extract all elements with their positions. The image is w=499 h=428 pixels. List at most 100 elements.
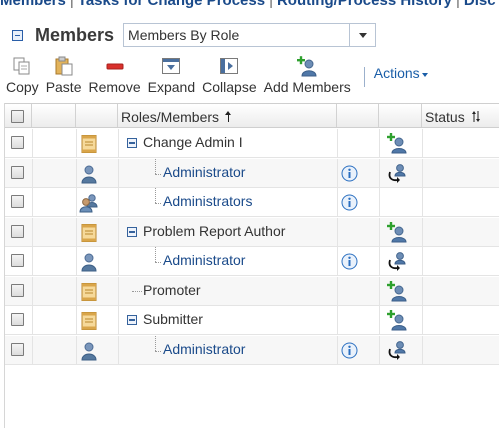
view-select[interactable]: Members By Role xyxy=(123,23,377,47)
table-row[interactable]: Administrator xyxy=(5,247,499,276)
row-checkbox[interactable] xyxy=(11,136,24,149)
table-row[interactable]: Administrator xyxy=(5,158,499,188)
column-divider xyxy=(32,129,33,157)
tree-collapse-icon[interactable] xyxy=(127,315,137,325)
column-divider xyxy=(118,217,119,246)
tree-collapse-icon[interactable] xyxy=(127,226,137,237)
tab-separator: | xyxy=(269,0,273,8)
select-all-checkbox[interactable] xyxy=(11,104,24,129)
column-divider xyxy=(76,247,77,275)
column-divider xyxy=(422,247,423,275)
row-checkbox[interactable] xyxy=(11,283,24,297)
add-members-button[interactable]: Add Members xyxy=(261,55,354,95)
collapse-button[interactable]: Collapse xyxy=(199,55,259,95)
tab-routing-process-history[interactable]: Routing/Process History xyxy=(277,0,452,8)
replace-member-icon[interactable] xyxy=(386,162,408,184)
collapse-section-icon[interactable] xyxy=(12,29,23,41)
tab-tasks-for-change-process[interactable]: Tasks for Change Process xyxy=(78,0,265,8)
row-checkbox[interactable] xyxy=(11,254,24,267)
role-name[interactable]: Problem Report Author xyxy=(143,223,285,239)
expand-icon xyxy=(160,55,182,77)
role-name[interactable]: Submitter xyxy=(143,311,203,327)
info-icon[interactable] xyxy=(341,253,358,270)
role-name[interactable]: Promoter xyxy=(143,282,201,298)
replace-member-icon[interactable] xyxy=(386,339,408,361)
table-row[interactable]: Change Admin I xyxy=(5,129,499,158)
collapse-label: Collapse xyxy=(202,79,257,95)
view-select-value: Members By Role xyxy=(128,27,240,43)
status-header-label: Status xyxy=(425,108,465,125)
sort-ascending-icon xyxy=(225,111,232,122)
tab-members[interactable]: Members xyxy=(0,0,66,8)
column-divider xyxy=(337,129,338,157)
add-member-icon[interactable] xyxy=(386,221,408,243)
table-row[interactable]: Problem Report Author xyxy=(5,217,499,247)
dropdown-arrow-icon[interactable] xyxy=(349,24,375,46)
member-name-link[interactable]: Administrator xyxy=(163,341,245,357)
row-checkbox[interactable] xyxy=(11,195,24,208)
header-col-info xyxy=(337,104,379,127)
add-member-icon[interactable] xyxy=(386,132,408,154)
row-checkbox[interactable] xyxy=(11,313,24,326)
row-checkbox[interactable] xyxy=(11,165,24,179)
member-name-link[interactable]: Administrator xyxy=(163,164,245,180)
copy-icon xyxy=(11,55,33,77)
table-row[interactable]: Promoter xyxy=(5,276,499,306)
role-document-icon xyxy=(79,134,99,154)
tree-connector xyxy=(155,262,161,263)
column-divider xyxy=(118,129,119,157)
add-member-icon[interactable] xyxy=(386,280,408,302)
column-divider xyxy=(118,335,119,364)
info-icon[interactable] xyxy=(341,194,358,211)
add-member-icon[interactable] xyxy=(386,309,408,331)
column-divider xyxy=(422,306,423,334)
role-name[interactable]: Change Admin I xyxy=(143,134,243,150)
group-icon xyxy=(79,193,99,213)
table-row[interactable]: Submitter xyxy=(5,306,499,335)
user-icon xyxy=(79,252,99,272)
grid-header: Roles/Members Status xyxy=(5,103,499,128)
paste-button[interactable]: Paste xyxy=(43,55,85,95)
column-divider xyxy=(32,247,33,275)
info-icon[interactable] xyxy=(341,342,358,359)
info-icon[interactable] xyxy=(341,165,358,182)
column-divider xyxy=(76,129,77,157)
tab-separator: | xyxy=(456,0,460,8)
member-name-link[interactable]: Administrator xyxy=(163,252,245,268)
toolbar-divider xyxy=(363,67,365,87)
member-name-link[interactable]: Administrators xyxy=(163,193,252,209)
column-divider xyxy=(32,188,33,216)
remove-button[interactable]: Remove xyxy=(86,55,144,95)
column-divider xyxy=(337,247,338,275)
column-divider xyxy=(118,158,119,187)
column-divider xyxy=(422,276,423,305)
collapse-icon xyxy=(218,55,240,77)
column-divider xyxy=(337,276,338,305)
row-checkbox[interactable] xyxy=(11,224,24,238)
roles-members-header[interactable]: Roles/Members xyxy=(121,104,232,129)
column-divider xyxy=(379,129,380,157)
expand-button[interactable]: Expand xyxy=(145,55,198,95)
row-checkbox[interactable] xyxy=(11,342,24,356)
section-title: Members xyxy=(35,24,115,45)
column-divider xyxy=(76,306,77,334)
copy-button[interactable]: Copy xyxy=(3,55,42,95)
column-divider xyxy=(379,158,380,187)
remove-icon xyxy=(104,55,126,77)
column-divider xyxy=(337,306,338,334)
remove-label: Remove xyxy=(88,79,141,95)
column-divider xyxy=(76,217,77,246)
column-divider xyxy=(118,306,119,334)
replace-member-icon[interactable] xyxy=(386,250,408,272)
column-divider xyxy=(379,276,380,305)
actions-menu[interactable]: Actions xyxy=(374,65,428,81)
role-document-icon xyxy=(79,223,99,243)
table-row[interactable]: Administrators xyxy=(5,188,499,217)
status-header[interactable]: Status xyxy=(425,104,481,129)
tab-disc[interactable]: Disc xyxy=(464,0,496,8)
column-divider xyxy=(422,217,423,246)
table-row[interactable]: Administrator xyxy=(5,335,499,365)
tree-collapse-icon[interactable] xyxy=(127,138,137,148)
role-document-icon xyxy=(79,311,99,331)
column-divider xyxy=(118,276,119,305)
